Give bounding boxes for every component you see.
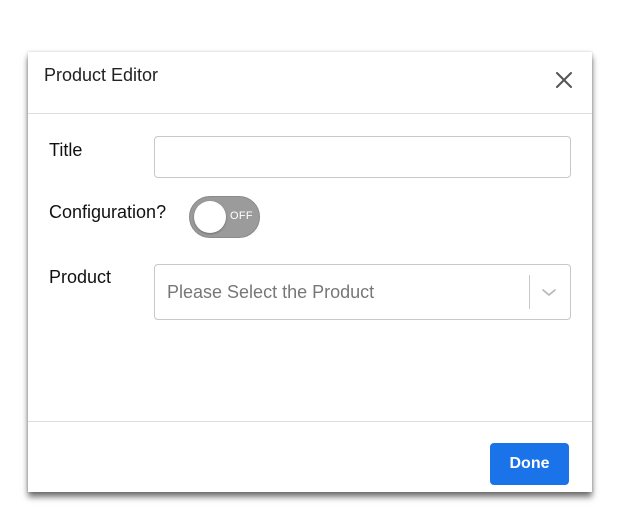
title-label: Title — [49, 140, 83, 160]
close-button[interactable] — [552, 68, 576, 92]
product-select-placeholder: Please Select the Product — [167, 282, 375, 302]
dialog-header: Product Editor — [28, 52, 592, 114]
product-select[interactable]: Please Select the Product — [154, 264, 571, 320]
product-label: Product — [49, 267, 112, 287]
close-icon — [556, 72, 572, 88]
title-input[interactable] — [154, 136, 571, 178]
chevron-down-icon[interactable] — [539, 282, 559, 302]
toggle-state-text: OFF — [230, 210, 253, 222]
toggle-knob — [194, 201, 226, 233]
select-separator — [529, 275, 530, 309]
dialog-title: Product Editor — [44, 65, 159, 85]
product-editor-dialog: Product Editor Title Configuration? OFF … — [28, 52, 592, 492]
configuration-toggle[interactable]: OFF — [189, 196, 260, 238]
dialog-footer: Done — [28, 421, 592, 493]
configuration-label: Configuration? — [49, 202, 167, 222]
done-button[interactable]: Done — [490, 443, 569, 485]
